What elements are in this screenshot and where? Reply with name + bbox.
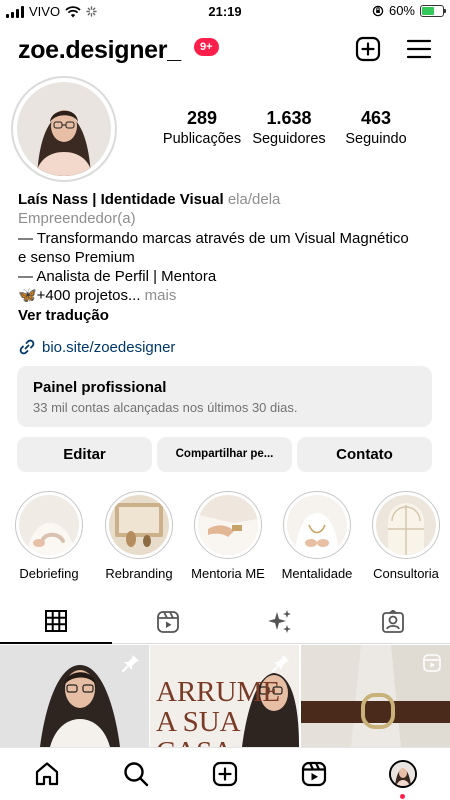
profile-avatar[interactable] [11, 76, 117, 182]
highlight-cover [194, 491, 262, 559]
create-post-icon[interactable] [211, 760, 239, 788]
posts-count: 289 [186, 108, 218, 128]
following-count: 463 [360, 108, 392, 128]
highlight-label: Consultoria [373, 566, 439, 581]
bio-line-4-row: 🦋+400 projetos... mais [18, 286, 438, 305]
highlight-cover [15, 491, 83, 559]
posts-grid: ARRUME A SUA CASA [0, 645, 450, 747]
highlight-mentoria[interactable]: Mentoria ME [191, 491, 265, 581]
following-label: Seguindo [345, 131, 407, 147]
pinned-icon [272, 655, 289, 672]
content-tabs [0, 600, 450, 644]
username-title[interactable]: zoe.designer_ [18, 36, 181, 65]
pronouns: ela/dela [227, 191, 281, 208]
highlight-cover [372, 491, 440, 559]
tagged-icon [382, 610, 404, 633]
post-thumbnail[interactable] [301, 645, 450, 747]
battery-icon [420, 4, 446, 17]
search-icon[interactable] [122, 760, 150, 788]
link-icon [19, 339, 35, 355]
posts-label: Publicações [162, 131, 242, 147]
post-headline-line-2: A SUA [156, 706, 241, 738]
dashboard-subtitle: 33 mil contas alcançadas nos últimos 30 … [33, 400, 298, 415]
hamburger-menu-icon[interactable] [406, 36, 432, 62]
avatar-photo [17, 82, 111, 176]
highlight-cover [105, 491, 173, 559]
new-post-icon[interactable] [355, 36, 381, 62]
tab-posts-grid[interactable] [0, 600, 112, 644]
bio-link[interactable]: bio.site/zoedesigner [18, 338, 175, 356]
reel-icon [423, 654, 441, 672]
highlight-consultoria[interactable]: Consultoria [371, 491, 441, 581]
profile-nav-item[interactable] [389, 760, 417, 799]
followers-count: 1.638 [266, 108, 312, 128]
reels-nav-icon[interactable] [300, 760, 328, 788]
stat-followers[interactable]: 1.638 Seguidores [248, 108, 330, 147]
name-line: Laís Nass | Identidade Visual ela/dela [18, 190, 438, 209]
edit-profile-button[interactable]: Editar [17, 437, 152, 472]
profile-bio: Laís Nass | Identidade Visual ela/dela E… [18, 190, 438, 325]
status-bar: VIVO 21:19 60% [0, 0, 450, 24]
bio-line-1: — Transformando marcas através de um Vis… [18, 229, 409, 247]
pinned-icon [122, 655, 139, 672]
bottom-navigation [0, 747, 450, 800]
activity-dot [400, 794, 405, 799]
battery-percent: 60% [388, 3, 415, 18]
highlight-rebranding[interactable]: Rebranding [104, 491, 174, 581]
highlight-cover [283, 491, 351, 559]
post-thumbnail[interactable]: ARRUME A SUA CASA [150, 645, 299, 747]
profile-stats: 289 Publicações 1.638 Seguidores 463 Seg… [160, 108, 450, 152]
orientation-lock-icon [372, 5, 384, 16]
post-headline-line-1: ARRUME [156, 676, 280, 708]
grid-icon [45, 610, 67, 632]
profile-header: zoe.designer_ 9+ [18, 30, 436, 70]
more-link[interactable]: mais [141, 287, 177, 304]
stat-posts[interactable]: 289 Publicações [160, 108, 244, 147]
dashboard-title: Painel profissional [33, 379, 167, 396]
contact-button[interactable]: Contato [297, 437, 432, 472]
post-headline-line-3: CASA [156, 736, 233, 747]
highlight-mentalidade[interactable]: Mentalidade [282, 491, 352, 581]
profile-nav-avatar [389, 760, 417, 788]
tab-effects[interactable] [224, 600, 336, 644]
bio-line-2: e senso Premium [18, 248, 135, 266]
share-profile-button[interactable]: Compartilhar pe... [157, 437, 292, 472]
bio-line-3: — Analista de Perfil | Mentora [18, 268, 217, 286]
battery-fill [422, 6, 434, 15]
reels-icon [157, 611, 179, 633]
translate-link[interactable]: Ver tradução [18, 306, 438, 325]
category-label: Empreendedor(a) [18, 210, 136, 228]
home-icon[interactable] [33, 760, 61, 788]
status-right: 60% [372, 3, 446, 18]
display-name: Laís Nass | Identidade Visual [18, 191, 224, 208]
highlight-debriefing[interactable]: Debriefing [14, 491, 84, 581]
sparkles-icon [268, 610, 291, 633]
followers-label: Seguidores [252, 131, 326, 147]
bio-link-text: bio.site/zoedesigner [42, 338, 176, 356]
notifications-badge[interactable]: 9+ [194, 38, 219, 56]
bio-line-4: 🦋+400 projetos... [18, 287, 141, 305]
stat-following[interactable]: 463 Seguindo [338, 108, 414, 147]
post-thumbnail[interactable] [0, 645, 149, 747]
tab-reels[interactable] [112, 600, 224, 644]
professional-dashboard[interactable]: Painel profissional 33 mil contas alcanç… [17, 366, 432, 427]
tab-tagged[interactable] [337, 600, 449, 644]
